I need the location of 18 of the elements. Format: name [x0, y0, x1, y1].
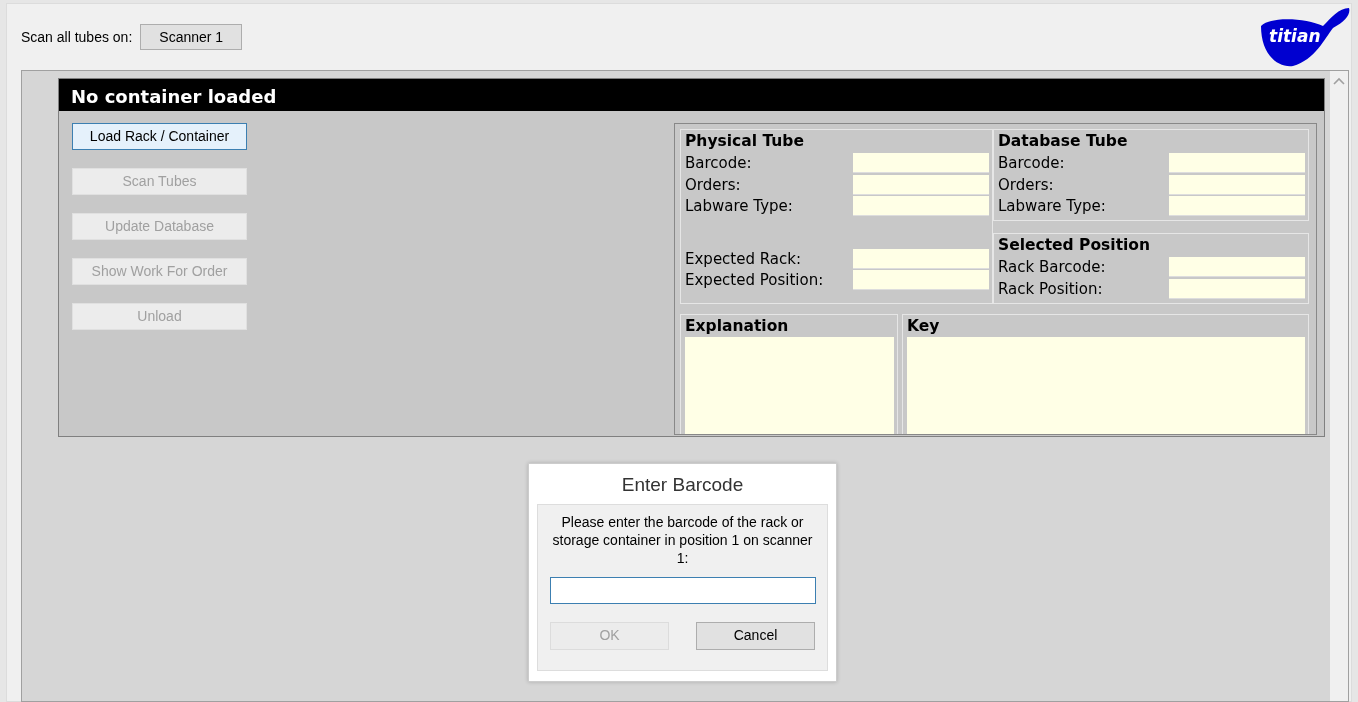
field-label: Labware Type:	[998, 196, 1106, 217]
scan-label: Scan all tubes on:	[21, 27, 133, 47]
field-label: Rack Barcode:	[998, 257, 1106, 278]
field-label: Orders:	[685, 174, 741, 196]
field-label: Rack Position:	[998, 278, 1103, 300]
scanner-button[interactable]: Scanner 1	[140, 24, 243, 50]
dialog-button[interactable]: Cancel	[696, 621, 815, 650]
logo-text: titian	[1269, 25, 1321, 48]
dialog-title: Enter Barcode	[620, 473, 745, 497]
action-button[interactable]: Load Rack / Container	[72, 123, 247, 150]
field-label: Expected Rack:	[685, 248, 802, 270]
field-label: Labware Type:	[685, 196, 793, 217]
field-label: Barcode:	[998, 153, 1065, 174]
field-label: Orders:	[998, 174, 1054, 196]
status-title: No container loaded	[59, 79, 1324, 111]
dialog-message: Please enter the barcode of the rack or storage container in position 1 on scanner 1:	[551, 512, 814, 567]
field-label: Barcode:	[685, 153, 752, 174]
field-label: Expected Position:	[685, 270, 824, 291]
